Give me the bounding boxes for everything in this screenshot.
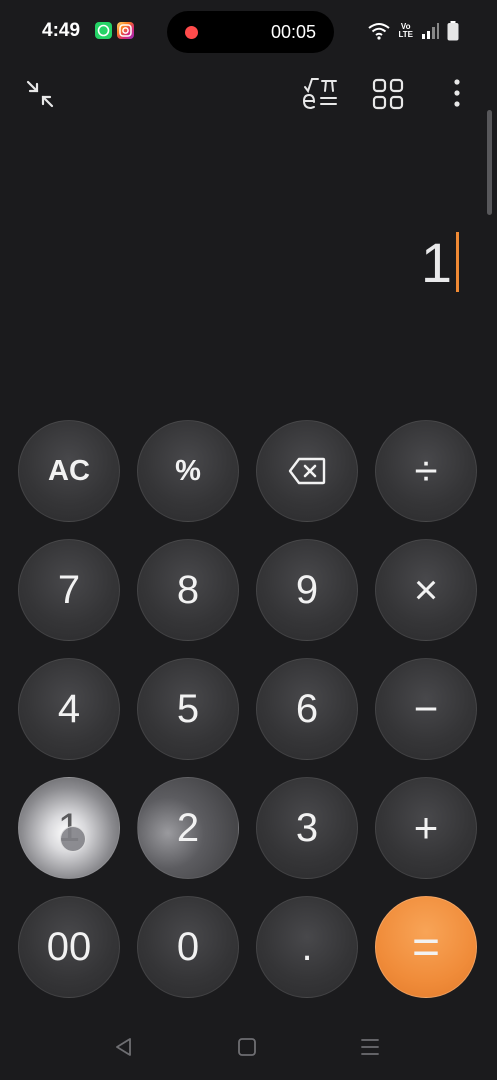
collapse-icon[interactable]: [24, 78, 56, 110]
home-icon[interactable]: [236, 1036, 258, 1058]
touch-indicator: [60, 826, 86, 852]
display-value: 1: [420, 230, 453, 294]
digit-2-button[interactable]: 2: [137, 777, 239, 879]
volte-indicator: Vo LTE: [398, 22, 413, 39]
backspace-icon: [288, 457, 326, 485]
equals-button[interactable]: =: [375, 896, 477, 998]
digit-9-button[interactable]: 9: [256, 539, 358, 641]
recording-timer: 00:05: [270, 22, 316, 42]
digit-5-button[interactable]: 5: [137, 658, 239, 760]
screen-recording-pill[interactable]: 00:05: [167, 11, 334, 53]
digit-7-button[interactable]: 7: [18, 539, 120, 641]
calculator-display[interactable]: 1: [421, 226, 459, 298]
ac-button[interactable]: AC: [18, 420, 120, 522]
recents-icon[interactable]: [359, 1036, 381, 1058]
signal-icon: [422, 23, 439, 39]
plus-button[interactable]: +: [375, 777, 477, 879]
keypad: AC % ÷ 7 8 9 × 4 5 6 − 1 2 3 + 00 0 . =: [18, 420, 477, 998]
wifi-icon: [368, 23, 391, 40]
digit-3-button[interactable]: 3: [256, 777, 358, 879]
whatsapp-icon: [95, 22, 112, 39]
text-cursor: [456, 232, 459, 292]
status-bar: 4:49 00:05 Vo LTE: [0, 0, 497, 64]
scientific-icon[interactable]: [302, 76, 338, 110]
record-dot-icon: [185, 26, 198, 39]
instagram-icon: [117, 22, 134, 39]
decimal-button[interactable]: .: [256, 896, 358, 998]
double-zero-button[interactable]: 00: [18, 896, 120, 998]
backspace-button[interactable]: [256, 420, 358, 522]
more-options-icon[interactable]: [446, 78, 468, 108]
multiply-button[interactable]: ×: [375, 539, 477, 641]
status-time: 4:49: [42, 20, 81, 41]
battery-icon: [447, 21, 459, 41]
minus-button[interactable]: −: [375, 658, 477, 760]
digit-1-button[interactable]: 1: [18, 777, 120, 879]
history-scrollbar[interactable]: [487, 110, 492, 215]
back-icon[interactable]: [113, 1036, 135, 1058]
system-icons: Vo LTE: [368, 20, 459, 42]
converter-grid-icon[interactable]: [372, 78, 404, 110]
percent-button[interactable]: %: [137, 420, 239, 522]
digit-4-button[interactable]: 4: [18, 658, 120, 760]
digit-6-button[interactable]: 6: [256, 658, 358, 760]
digit-8-button[interactable]: 8: [137, 539, 239, 641]
divide-button[interactable]: ÷: [375, 420, 477, 522]
digit-0-button[interactable]: 0: [137, 896, 239, 998]
